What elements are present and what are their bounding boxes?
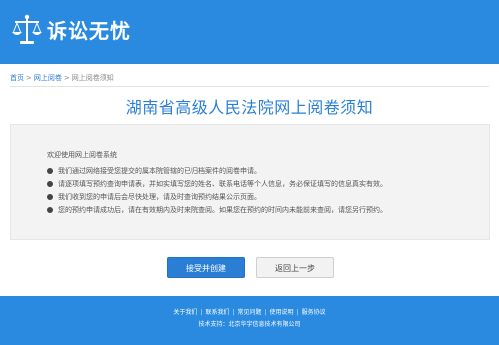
breadcrumb-divider — [10, 86, 489, 87]
page-title: 湖南省高级人民法院网上阅卷须知 — [125, 98, 374, 117]
bullet-dot-icon — [47, 181, 53, 187]
site-header: 诉讼无忧 — [0, 0, 499, 64]
footer-link-about[interactable]: 关于我们 — [173, 309, 197, 316]
back-button[interactable]: 返回上一步 — [256, 257, 334, 278]
scales-of-justice-icon[interactable] — [11, 13, 43, 47]
notice-intro: 欢迎使用网上阅卷系统 — [47, 151, 117, 159]
footer-link-terms[interactable]: 服务协议 — [302, 309, 326, 316]
footer-link-instructions[interactable]: 使用说明 — [270, 309, 294, 316]
bullet-dot-icon — [47, 168, 53, 174]
footer-link-separator: | — [232, 309, 235, 316]
footer-link-separator: | — [296, 309, 299, 316]
breadcrumb-current: 网上阅卷须知 — [71, 74, 114, 82]
notice-item-text: 您的预约申请成功后，请在有效期内及时来院查阅。如果您在预约的时间内未能前来查阅，… — [58, 206, 387, 214]
footer-link-separator: | — [200, 309, 203, 316]
footer-link-separator: | — [264, 309, 267, 316]
site-footer: 关于我们 | 联系我们 | 常见问题 | 使用说明 | 服务协议 技术支持：北京华宇信息技术有限… — [0, 296, 499, 345]
accept-and-create-button[interactable]: 接受并创建 — [167, 257, 245, 278]
breadcrumb-separator: > — [63, 74, 70, 82]
footer-tech-support: 技术支持：北京华宇信息技术有限公司 — [198, 321, 301, 328]
footer-link-faq[interactable]: 常见问题 — [237, 309, 261, 316]
notice-item-text: 我们通过网络接受您提交的属本院管辖的已归档案件的阅卷申请。 — [58, 167, 261, 175]
breadcrumb: 首页 > 网上阅卷 > 网上阅卷须知 — [10, 72, 114, 84]
bullet-dot-icon — [47, 207, 53, 213]
brand-name[interactable]: 诉讼无忧 — [47, 18, 131, 44]
footer-links: 关于我们 | 联系我们 | 常见问题 | 使用说明 | 服务协议 — [0, 308, 499, 318]
breadcrumb-home[interactable]: 首页 — [10, 74, 24, 82]
breadcrumb-online-review[interactable]: 网上阅卷 — [34, 74, 62, 82]
notice-item-text: 我们收到您的申请后会尽快处理，请及时查询预约结果公示页面。 — [58, 193, 261, 201]
notice-item-text: 请逐项填写预约查询申请表，并如实填写您的姓名、联系电话等个人信息，务必保证填写的… — [58, 180, 387, 188]
bullet-dot-icon — [47, 194, 53, 200]
breadcrumb-separator: > — [26, 74, 32, 82]
footer-link-contact[interactable]: 联系我们 — [205, 309, 229, 316]
notice-panel: 欢迎使用网上阅卷系统 我们通过网络接受您提交的属本院管辖的已归档案件的阅卷申请。… — [10, 124, 490, 240]
